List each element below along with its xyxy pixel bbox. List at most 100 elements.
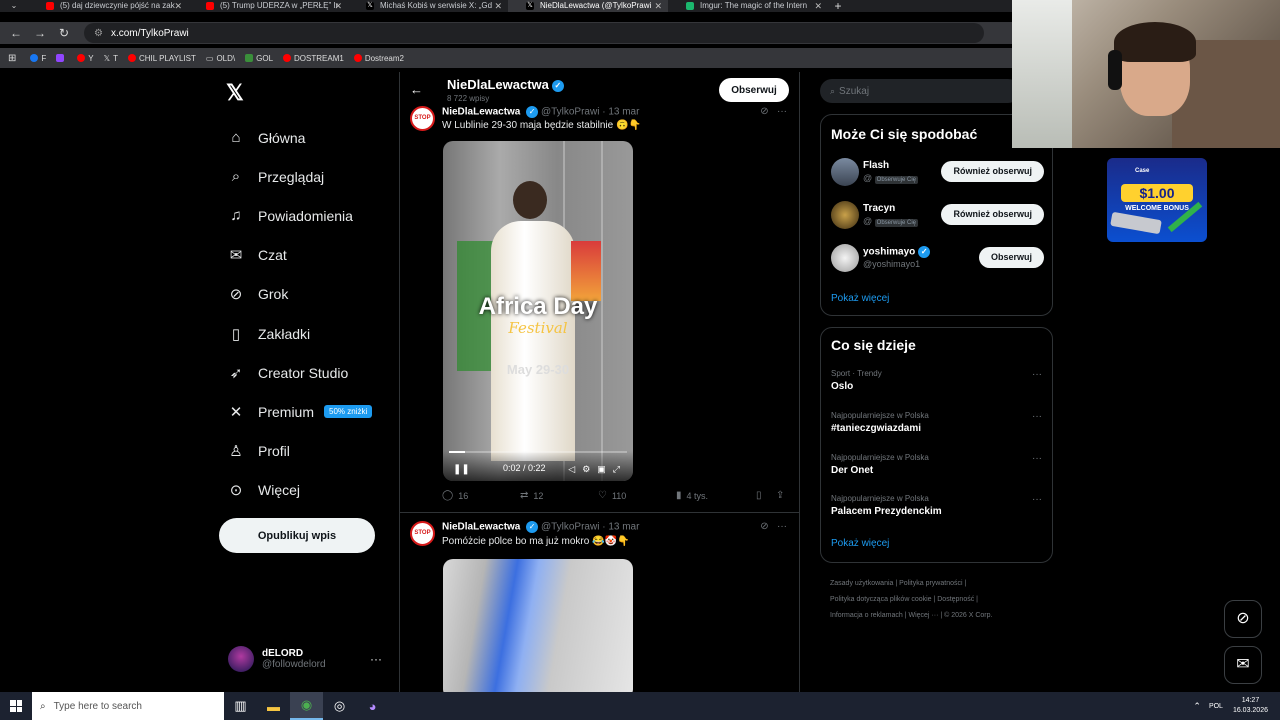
tweet[interactable]: STOP NieDlaLewactwa ✓ @TylkoPrawi · 13 m…: [400, 513, 799, 692]
tweet-date[interactable]: · 13 mar: [602, 522, 639, 533]
follow-back-button[interactable]: Również obserwuj: [941, 204, 1044, 225]
tray-chevron-icon[interactable]: ⌃: [1193, 701, 1201, 712]
share-button[interactable]: ⇪: [776, 490, 789, 501]
footer-line[interactable]: Informacja o reklamach | Więcej ··· | © …: [830, 608, 1030, 624]
publish-button[interactable]: Opublikuj wpis: [219, 518, 375, 553]
user-name[interactable]: yoshimayo ✓: [863, 246, 931, 258]
search-input[interactable]: ⌕ Szukaj: [820, 79, 1020, 103]
sidebar-item-więcej[interactable]: ⊙ Więcej: [226, 471, 372, 510]
close-tab-icon[interactable]: ✕: [654, 0, 662, 12]
messages-fab-icon[interactable]: ✉: [1224, 646, 1262, 684]
bookmark-folder[interactable]: ▭ OLD\: [206, 54, 235, 63]
casino-ad-banner[interactable]: Case $1.00 WELCOME BONUS: [1107, 158, 1207, 242]
user-name[interactable]: Tracyn: [863, 203, 895, 214]
bookmark-item[interactable]: DOSTREAM1: [283, 54, 344, 63]
language-indicator[interactable]: POL: [1209, 703, 1223, 710]
settings-icon[interactable]: ⚙: [582, 464, 597, 474]
video-progress-bar[interactable]: [449, 451, 627, 453]
video-player[interactable]: Africa Day Festival May 29-30 ❚❚ 0:02 / …: [443, 141, 633, 481]
sidebar-item-zakładki[interactable]: ▯ Zakładki: [226, 314, 372, 353]
user-name[interactable]: Flash: [863, 160, 889, 171]
x-logo-icon[interactable]: 𝕏: [226, 80, 244, 106]
tweet-image[interactable]: [443, 559, 633, 692]
trend-item[interactable]: Sport · Trendy Oslo ···: [831, 369, 1044, 392]
grok-icon[interactable]: ⊘: [760, 521, 768, 532]
reload-icon[interactable]: ↻: [52, 26, 76, 40]
suggested-user[interactable]: Flash @ Obserwuje Cię Również obserwuj: [831, 158, 1044, 188]
show-more-link[interactable]: Pokaż więcej: [831, 293, 889, 304]
bookmark-button[interactable]: ▯: [756, 490, 767, 501]
bookmark-item[interactable]: Dostream2: [353, 54, 404, 63]
more-options-icon[interactable]: ···: [1032, 494, 1042, 505]
follow-back-button[interactable]: Również obserwuj: [941, 161, 1044, 182]
obs-icon[interactable]: ◎: [323, 692, 356, 720]
address-bar[interactable]: ⚙ x.com/TylkoPrawi: [84, 23, 984, 43]
sidebar-item-przeglądaj[interactable]: ⌕ Przeglądaj: [226, 157, 372, 196]
browser-tab-active[interactable]: 𝕏 NieDlaLewactwa (@TylkoPrawi ✕: [508, 0, 668, 12]
back-arrow-icon[interactable]: ←: [410, 82, 423, 97]
forward-icon[interactable]: →: [28, 26, 52, 40]
avatar[interactable]: [831, 244, 859, 272]
author-handle[interactable]: @TylkoPrawi: [541, 107, 600, 118]
views-button[interactable]: ▮ 4 tys.: [676, 490, 708, 501]
taskbar-search-input[interactable]: ⌕ Type here to search: [32, 692, 224, 720]
browser-tab[interactable]: (5) daj dziewczynie pójść na zak ✕: [28, 0, 188, 12]
sidebar-item-powiadomienia[interactable]: ♫ Powiadomienia: [226, 196, 372, 235]
bookmark-item[interactable]: [56, 54, 67, 62]
sidebar-item-premium[interactable]: ✕ Premium 50% zniżki: [226, 392, 373, 431]
footer-line[interactable]: Polityka dotycząca plików cookie | Dostę…: [830, 592, 1030, 608]
show-more-link[interactable]: Pokaż więcej: [831, 538, 889, 549]
task-view-icon[interactable]: ▥: [224, 692, 257, 720]
avatar[interactable]: [831, 201, 859, 229]
bookmark-item[interactable]: GOL: [245, 54, 273, 63]
sidebar-item-creator-studio[interactable]: ➶ Creator Studio: [226, 353, 372, 392]
author-name[interactable]: NieDlaLewactwa: [442, 107, 520, 118]
reply-button[interactable]: ◯ 16: [442, 490, 468, 501]
close-tab-icon[interactable]: ✕: [494, 0, 502, 12]
apps-icon[interactable]: ⊞: [8, 53, 16, 64]
windows-start-icon[interactable]: [0, 692, 32, 720]
trend-item[interactable]: Najpopularniejsze w Polska #tanieczgwiazd…: [831, 411, 1044, 434]
pause-icon[interactable]: ❚❚: [453, 464, 470, 475]
follow-button[interactable]: Obserwuj: [978, 247, 1044, 268]
grok-icon[interactable]: ⊘: [760, 106, 768, 117]
suggested-user[interactable]: yoshimayo ✓ @yoshimayo1 Obserwuj: [831, 244, 1044, 274]
more-options-icon[interactable]: ···: [1032, 411, 1042, 422]
trend-item[interactable]: Najpopularniejsze w Polska Der Onet ···: [831, 453, 1044, 476]
bookmark-item[interactable]: 𝕏T: [104, 54, 118, 63]
browser-tab[interactable]: (5) Trump UDERZA w „PERŁĘ” Ir ✕: [188, 0, 348, 12]
sidebar-item-grok[interactable]: ⊘ Grok: [226, 275, 372, 314]
avatar[interactable]: [831, 158, 859, 186]
close-tab-icon[interactable]: ✕: [174, 0, 182, 12]
discord-icon[interactable]: ◕: [356, 692, 389, 720]
sidebar-item-czat[interactable]: ✉ Czat: [226, 236, 372, 275]
more-options-icon[interactable]: ···: [370, 652, 382, 666]
like-button[interactable]: ♡ 110: [598, 490, 626, 501]
footer-line[interactable]: Zasady użytkowania | Polityka prywatnośc…: [830, 576, 1030, 592]
file-explorer-icon[interactable]: ▬: [257, 692, 290, 720]
tweet[interactable]: STOP NieDlaLewactwa ✓ @TylkoPrawi · 13 m…: [400, 72, 799, 512]
close-tab-icon[interactable]: ✕: [334, 0, 342, 12]
more-options-icon[interactable]: ···: [1032, 369, 1042, 380]
bookmark-item[interactable]: Y: [77, 54, 94, 63]
browser-tab[interactable]: Imgur: The magic of the Intern ✕: [668, 0, 828, 12]
tweet-date[interactable]: · 13 mar: [602, 107, 639, 118]
trend-item[interactable]: Najpopularniejsze w Polska Palacem Prezyd…: [831, 494, 1044, 517]
author-name[interactable]: NieDlaLewactwa: [442, 522, 520, 533]
site-info-icon[interactable]: ⚙: [94, 28, 103, 39]
more-options-icon[interactable]: ···: [1032, 453, 1042, 464]
account-switcher[interactable]: dELORD @followdelord ···: [228, 646, 388, 672]
more-options-icon[interactable]: ···: [777, 521, 787, 532]
author-handle[interactable]: @TylkoPrawi: [541, 522, 600, 533]
grok-fab-icon[interactable]: ⊘: [1224, 600, 1262, 638]
mute-icon[interactable]: ◁: [568, 464, 582, 474]
repost-button[interactable]: ⇄ 12: [520, 490, 543, 501]
follow-button[interactable]: Obserwuj: [719, 78, 789, 102]
tab-search-button[interactable]: ⌄: [0, 0, 28, 12]
close-tab-icon[interactable]: ✕: [814, 0, 822, 12]
clock[interactable]: 14:27 16.03.2026: [1233, 696, 1268, 716]
avatar[interactable]: STOP: [410, 521, 435, 546]
chrome-icon[interactable]: ◉: [290, 692, 323, 720]
fullscreen-icon[interactable]: ⤢: [613, 464, 627, 474]
bookmark-item[interactable]: F: [30, 54, 46, 63]
